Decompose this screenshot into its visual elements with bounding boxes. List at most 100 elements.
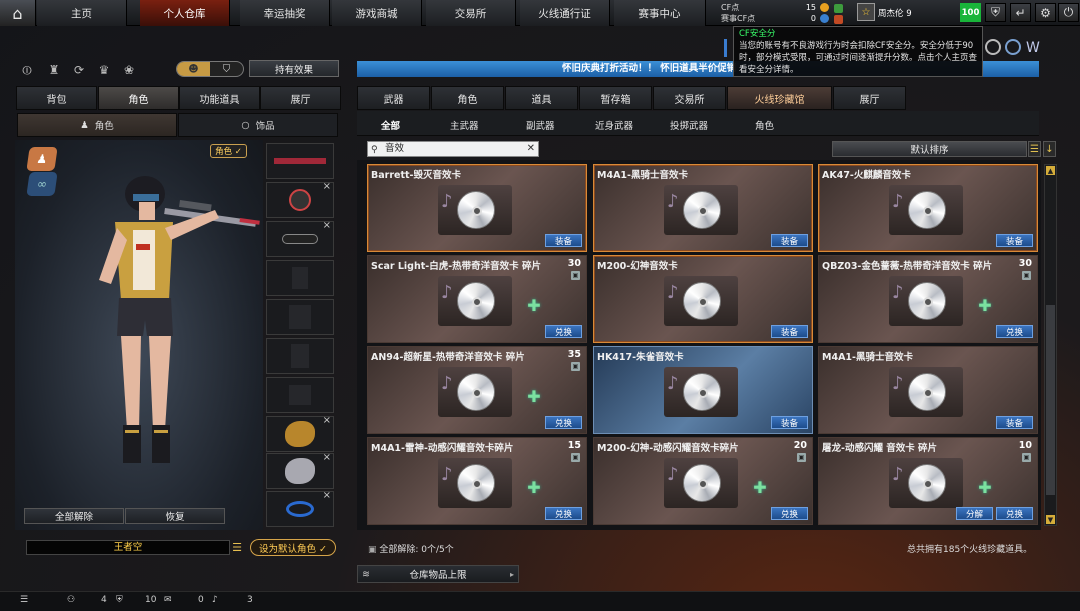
item-card[interactable]: Scar Light-白虎-热带奇洋音效卡 碎片 30 ▣ ♪ ✚ 兑换 <box>367 255 587 343</box>
item-action-button[interactable]: 兑换 <box>996 507 1033 520</box>
item-card[interactable]: Barrett-毁灭音效卡 ♪ 装备 <box>367 164 587 252</box>
badge-icon[interactable] <box>985 39 1001 55</box>
left-tab-character[interactable]: 角色 <box>98 86 179 110</box>
item-action-button[interactable]: 兑换 <box>771 507 808 520</box>
item-card[interactable]: 屠龙-动感闪耀 音效卡 碎片 10 ▣ ♪ ✚ 分解 兑换 <box>818 437 1038 525</box>
shield-icon[interactable]: ⛨ <box>985 3 1006 22</box>
right-tab-showroom[interactable]: 展厅 <box>833 86 906 110</box>
list-icon[interactable]: ☰ <box>230 540 244 555</box>
right-tab-exchange[interactable]: 交易所 <box>653 86 726 110</box>
restore-button[interactable]: 恢复 <box>125 508 225 524</box>
off-toggle-icon[interactable]: ⏼ <box>18 62 36 78</box>
item-action-button[interactable]: 兑换 <box>996 325 1033 338</box>
storage-limit-button[interactable]: ≋ 仓库物品上限 ▸ <box>357 565 519 583</box>
sort-dropdown[interactable]: 默认排序 <box>832 141 1027 157</box>
remove-slot-icon[interactable]: × <box>323 181 331 192</box>
left-tab-showroom[interactable]: 展厅 <box>260 86 341 110</box>
remove-slot-icon[interactable]: × <box>323 452 331 463</box>
team-icon[interactable]: ♜ <box>45 62 63 78</box>
search-input[interactable]: ⚲ 音效 ✕ <box>367 141 539 157</box>
lock-icon[interactable]: ▣ <box>1022 271 1031 280</box>
lock-icon[interactable]: ▣ <box>571 271 580 280</box>
slot-pants[interactable] <box>266 377 334 413</box>
item-action-button[interactable]: 装备 <box>771 416 808 429</box>
item-action-button[interactable]: 分解 <box>956 507 993 520</box>
right-tab-weapon[interactable]: 武器 <box>357 86 430 110</box>
vehicle-mode-icon[interactable]: ∞ <box>26 172 58 196</box>
nav-tab-exchange[interactable]: 交易所 <box>426 0 516 26</box>
sort-list-icon[interactable]: ☰ <box>1028 141 1041 157</box>
item-card[interactable]: AN94-超新星-热带奇洋音效卡 碎片 35 ▣ ♪ ✚ 兑换 <box>367 346 587 434</box>
scroll-up-icon[interactable]: ▲ <box>1046 166 1055 175</box>
trophy-icon[interactable]: ♛ <box>95 62 113 78</box>
set-default-character-button[interactable]: 设为默认角色 ✓ <box>250 539 336 556</box>
item-card[interactable]: QBZ03-金色蔷薇-热带奇洋音效卡 碎片 30 ▣ ♪ ✚ 兑换 <box>818 255 1038 343</box>
item-action-button[interactable]: 装备 <box>545 234 582 247</box>
slot-primary-weapon[interactable] <box>266 143 334 179</box>
speaker-icon[interactable]: ♪ <box>212 595 218 605</box>
scroll-thumb[interactable] <box>1046 305 1055 495</box>
lock-icon[interactable]: ▣ <box>571 453 580 462</box>
grid-scrollbar[interactable]: ▲ ▼ <box>1044 164 1057 526</box>
item-action-button[interactable]: 兑换 <box>545 416 582 429</box>
filter-secondary[interactable]: 副武器 <box>526 118 555 132</box>
slot-body[interactable] <box>266 299 334 335</box>
refresh-icon[interactable]: ⟳ <box>70 62 88 78</box>
unequip-all-button[interactable]: 全部解除 <box>24 508 124 524</box>
item-card[interactable]: M4A1-黑骑士音效卡 ♪ 装备 <box>593 164 813 252</box>
item-action-button[interactable]: 装备 <box>771 325 808 338</box>
filter-melee[interactable]: 近身武器 <box>595 118 633 132</box>
filter-character[interactable]: 角色 <box>755 118 774 132</box>
lock-icon[interactable]: ▣ <box>571 362 580 371</box>
remove-slot-icon[interactable]: × <box>323 220 331 231</box>
right-tab-character[interactable]: 角色 <box>431 86 504 110</box>
home-icon[interactable]: ⌂ <box>0 0 36 26</box>
character-tag[interactable]: 角色 ✓ <box>210 144 247 158</box>
sort-direction-icon[interactable]: ↓ <box>1043 141 1056 157</box>
item-action-button[interactable]: 装备 <box>996 416 1033 429</box>
rank-badge-icon[interactable]: ☆ <box>857 3 875 21</box>
character-preview[interactable] <box>15 140 263 530</box>
item-action-button[interactable]: 兑换 <box>545 325 582 338</box>
left-tab-bag[interactable]: 背包 <box>16 86 97 110</box>
slot-top[interactable] <box>266 260 334 296</box>
character-mode-icon[interactable]: ♟ <box>26 147 58 171</box>
globe-icon[interactable] <box>1005 39 1021 55</box>
add-cf-icon[interactable] <box>834 4 843 13</box>
nav-tab-home[interactable]: 主页 <box>37 0 127 26</box>
badge-view-icon[interactable]: ⛉ <box>210 62 243 76</box>
left-tab-function-items[interactable]: 功能道具 <box>179 86 260 110</box>
slot-helmet[interactable]: × <box>266 181 334 218</box>
power-icon[interactable]: ⏻ <box>1058 3 1079 22</box>
player-name[interactable]: 周杰伦 9 <box>878 7 912 19</box>
item-card[interactable]: HK417-朱雀音效卡 ♪ 装备 <box>593 346 813 434</box>
item-card[interactable]: M4A1-黑骑士音效卡 ♪ 装备 <box>818 346 1038 434</box>
slot-armor[interactable] <box>266 338 334 374</box>
nav-tab-shop[interactable]: 游戏商城 <box>332 0 422 26</box>
binoculars-icon[interactable]: ⚇ <box>67 595 75 605</box>
right-tab-temp-box[interactable]: 暂存箱 <box>579 86 652 110</box>
lock-icon[interactable]: ▣ <box>797 453 806 462</box>
scroll-down-icon[interactable]: ▼ <box>1046 515 1055 524</box>
filter-throwable[interactable]: 投掷武器 <box>670 118 708 132</box>
pet-icon[interactable]: ❀ <box>120 62 138 78</box>
filter-primary[interactable]: 主武器 <box>450 118 479 132</box>
left-subtab-character[interactable]: ♟ 角色 <box>17 113 177 137</box>
item-action-button[interactable]: 装备 <box>771 234 808 247</box>
menu-icon[interactable]: ☰ <box>20 595 28 605</box>
right-tab-collection[interactable]: 火线珍藏馆 <box>727 86 832 110</box>
left-subtab-accessory[interactable]: ○ 饰品 <box>178 113 338 137</box>
nav-tab-battle-pass[interactable]: 火线通行证 <box>520 0 610 26</box>
view-toggle[interactable]: ☻ ⛉ <box>176 61 244 77</box>
clear-search-icon[interactable]: ✕ <box>527 142 535 156</box>
slot-pet-gold[interactable]: × <box>266 415 334 452</box>
gear-icon[interactable]: ⚙ <box>1035 3 1056 22</box>
lock-icon[interactable]: ▣ <box>1022 453 1031 462</box>
nav-tab-events[interactable]: 赛事中心 <box>614 0 706 26</box>
character-view-icon[interactable]: ☻ <box>177 62 210 76</box>
nav-tab-lucky-draw[interactable]: 幸运抽奖 <box>240 0 330 26</box>
slot-bracelet[interactable]: × <box>266 490 334 527</box>
nav-tab-personal-storage[interactable]: 个人仓库 <box>140 0 230 26</box>
filter-all[interactable]: 全部 <box>381 118 400 132</box>
add-match-cf-icon[interactable] <box>834 15 843 24</box>
